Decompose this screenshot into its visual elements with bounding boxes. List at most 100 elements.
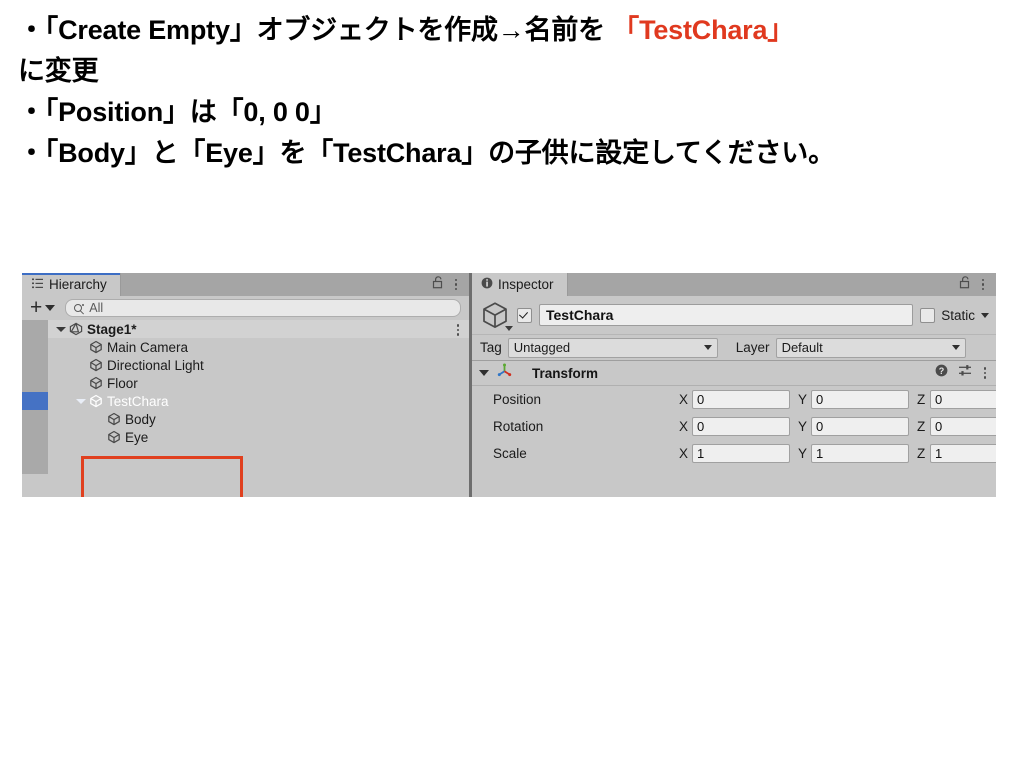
instruction-segment: ・「Position」は「0, 0 0」 [18, 97, 337, 127]
axis-label-z: Z [917, 446, 926, 461]
static-label: Static [941, 307, 975, 323]
kebab-menu-icon[interactable] [453, 278, 460, 291]
hierarchy-row[interactable]: TestChara [48, 392, 469, 410]
hierarchy-row[interactable]: Eye [48, 428, 469, 446]
position-z-field[interactable]: 0 [930, 390, 996, 409]
instruction-text: ・「Create Empty」オブジェクトを作成→名前を 「TestChara」… [18, 10, 1008, 174]
property-label: Scale [493, 446, 527, 461]
inspector-tabbar: Inspector [472, 273, 996, 296]
object-name-value: TestChara [546, 307, 614, 323]
rotation-x-field[interactable]: 0 [692, 417, 790, 436]
axis-label-y: Y [798, 419, 808, 434]
hierarchy-row-label: TestChara [107, 393, 169, 409]
hierarchy-row[interactable]: Directional Light [48, 356, 469, 374]
gameobject-cube-icon [89, 394, 103, 408]
expand-triangle-icon[interactable] [56, 326, 66, 332]
expand-triangle-icon[interactable] [479, 370, 489, 376]
gameobject-cube-icon [89, 376, 103, 390]
object-name-field[interactable]: TestChara [539, 304, 914, 326]
axis-label-x: X [679, 392, 689, 407]
unity-scene-icon [69, 322, 83, 336]
object-header: TestChara Static [472, 296, 996, 335]
axis-group-x: X1 [679, 444, 790, 463]
position-y-field[interactable]: 0 [811, 390, 909, 409]
hierarchy-tree[interactable]: Stage1* Main Camera Directional Light Floor… [22, 320, 469, 497]
hierarchy-row-label: Stage1* [87, 321, 137, 337]
layer-value: Default [781, 340, 823, 355]
axis-group-z: Z0 [917, 417, 996, 436]
axis-label-y: Y [798, 446, 808, 461]
hierarchy-tab-tools [432, 273, 470, 296]
gameobject-cube-icon [480, 300, 513, 331]
transform-header-tools: ? [935, 364, 989, 382]
rotation-y-field[interactable]: 0 [811, 417, 909, 436]
transform-component-header[interactable]: Transform ? [472, 361, 996, 386]
expander-slot[interactable] [76, 398, 89, 404]
axis-group-x: X0 [679, 417, 790, 436]
transform-row-rotation: Rotation X 0 Y 0 Z 0 [472, 413, 996, 440]
padlock-unlocked-icon[interactable] [432, 275, 444, 294]
tag-dropdown[interactable]: Untagged [507, 337, 718, 358]
info-circle-icon [481, 277, 493, 292]
chevron-down-icon [505, 326, 513, 331]
position-x-field[interactable]: 0 [692, 390, 790, 409]
hierarchy-row[interactable]: Main Camera [48, 338, 469, 356]
scale-z-field[interactable]: 1 [930, 444, 996, 463]
search-icon [74, 303, 85, 314]
inspector-tab-tools [959, 273, 997, 296]
hierarchy-row[interactable]: Body [48, 410, 469, 428]
kebab-menu-icon[interactable] [455, 324, 462, 336]
gameobject-cube-icon [89, 340, 103, 354]
hierarchy-row-label: Body [125, 411, 156, 427]
scale-y-field[interactable]: 1 [811, 444, 909, 463]
tab-inspector[interactable]: Inspector [472, 273, 568, 296]
axis-group-y: Y1 [798, 444, 909, 463]
hierarchy-row-label: Directional Light [107, 357, 204, 373]
chevron-down-icon [951, 345, 960, 350]
hierarchy-list-icon [31, 277, 44, 293]
expand-triangle-icon[interactable] [76, 398, 86, 404]
hierarchy-row[interactable]: Floor [48, 374, 469, 392]
rotation-z-field[interactable]: 0 [930, 417, 996, 436]
axis-group-y: Y0 [798, 390, 909, 409]
instruction-segment: 「TestChara」 [612, 15, 795, 45]
axis-group-y: Y0 [798, 417, 909, 436]
scale-x-field[interactable]: 1 [692, 444, 790, 463]
chevron-down-icon [703, 345, 712, 350]
search-input[interactable]: All [65, 299, 461, 317]
chevron-down-icon [45, 305, 56, 311]
transform-property-rows: Position X 0 Y 0 Z 0 Rotation X 0 Y 0 Z 0 Scale X 1 Y 1 Z 1 [472, 386, 996, 467]
help-circle-icon[interactable]: ? [935, 364, 948, 382]
layer-dropdown[interactable]: Default [775, 337, 966, 358]
axis-label-x: X [679, 419, 689, 434]
preset-sliders-icon[interactable] [958, 364, 972, 382]
transform-row-scale: Scale X 1 Y 1 Z 1 [472, 440, 996, 467]
axis-label-y: Y [798, 392, 808, 407]
tag-layer-row: Tag Untagged Layer Default [472, 335, 996, 361]
kebab-menu-icon[interactable] [980, 278, 987, 291]
padlock-unlocked-icon[interactable] [959, 275, 971, 294]
kebab-menu-icon[interactable] [982, 367, 989, 379]
static-checkbox[interactable] [920, 307, 936, 323]
scene-row[interactable]: Stage1* [48, 320, 469, 338]
inspector-body: TestChara Static Tag Untagged Layer Defa… [472, 296, 996, 497]
plus-icon: + [30, 296, 43, 319]
search-input-value: All [89, 301, 104, 315]
transform-gizmo-icon [497, 363, 512, 383]
hierarchy-row-label: Floor [107, 375, 138, 391]
tag-value: Untagged [513, 340, 571, 355]
axis-label-z: Z [917, 419, 926, 434]
hierarchy-panel: Hierarchy + All Stage1* Main Camera Dire… [22, 273, 469, 497]
gameobject-cube-icon [89, 358, 103, 372]
axis-label-z: Z [917, 392, 926, 407]
instruction-line-1: ・「Create Empty」オブジェクトを作成→名前を 「TestChara」 [18, 10, 1008, 51]
object-enabled-checkbox[interactable] [517, 307, 532, 323]
chevron-down-icon[interactable] [981, 312, 989, 318]
tab-hierarchy[interactable]: Hierarchy [22, 273, 121, 296]
static-toggle-group[interactable]: Static [920, 307, 989, 323]
hierarchy-tabbar: Hierarchy [22, 273, 469, 296]
instruction-line-2: に変更 [18, 51, 1008, 92]
expander-slot[interactable] [56, 326, 69, 332]
svg-text:?: ? [938, 366, 944, 376]
create-object-button[interactable]: + [28, 296, 57, 319]
